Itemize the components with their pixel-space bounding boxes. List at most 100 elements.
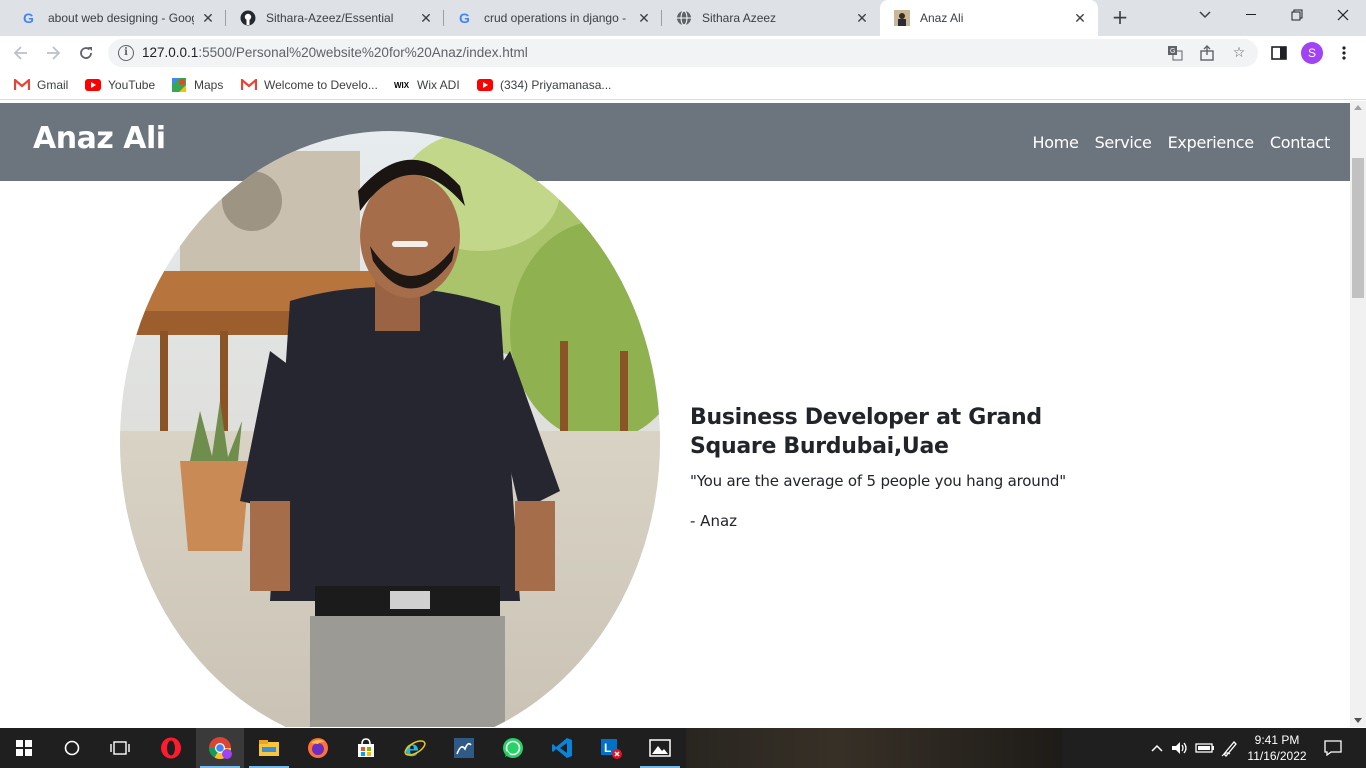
bookmark-wix-adi[interactable]: WIX Wix ADI — [394, 76, 460, 94]
site-navbar: Anaz Ali Home Service Experience Contact — [0, 103, 1350, 181]
bookmark-label: (334) Priyamanasa... — [500, 78, 612, 92]
browser-tab-4[interactable]: Sithara Azeez ✕ — [662, 0, 880, 36]
address-bar[interactable]: i 127.0.0.1:5500/Personal%20website%20fo… — [108, 39, 1258, 67]
scrollbar-thumb[interactable] — [1352, 158, 1364, 298]
volume-icon[interactable] — [1170, 728, 1190, 768]
side-panel-icon[interactable] — [1269, 43, 1289, 63]
hero-quote: "You are the average of 5 people you han… — [690, 472, 1066, 490]
google-icon: G — [22, 10, 38, 26]
profile-photo — [120, 131, 660, 727]
hero-text: Business Developer at Grand Square Burdu… — [690, 403, 1130, 533]
clock-date: 11/16/2022 — [1247, 749, 1307, 763]
bookmark-star-icon[interactable]: ☆ — [1230, 44, 1248, 62]
new-tab-button[interactable]: + — [1108, 6, 1132, 30]
translate-icon[interactable]: G — [1166, 44, 1184, 62]
bookmarks-bar: Gmail YouTube Maps Welcome to Develo... … — [0, 70, 1366, 100]
url-path: :5500/Personal%20website%20for%20Anaz/in… — [198, 45, 528, 60]
nav-link-home[interactable]: Home — [1033, 133, 1079, 152]
site-nav-links: Home Service Experience Contact — [1033, 133, 1331, 152]
back-arrow-icon[interactable] — [8, 40, 34, 66]
tab-strip: G about web designing - Goog ✕ Sithara-A… — [0, 0, 1366, 36]
restore-window-button[interactable] — [1274, 0, 1320, 30]
mysql-workbench-icon[interactable] — [440, 728, 488, 768]
tab-title: Sithara-Azeez/Essential — [266, 11, 394, 25]
close-window-button[interactable] — [1320, 0, 1366, 30]
google-icon: G — [458, 10, 474, 26]
pen-workspace-icon[interactable] — [1220, 728, 1240, 768]
close-tab-icon[interactable]: ✕ — [200, 10, 216, 26]
reload-icon[interactable] — [73, 40, 99, 66]
windows-start-icon[interactable] — [0, 728, 48, 768]
chrome-icon[interactable] — [196, 728, 244, 768]
profile-photo-icon — [894, 10, 910, 26]
close-tab-icon[interactable]: ✕ — [854, 10, 870, 26]
firefox-icon[interactable] — [294, 728, 342, 768]
clock-time: 9:41 PM — [1254, 733, 1300, 747]
site-brand[interactable]: Anaz Ali — [33, 121, 166, 156]
page-viewport: Anaz Ali Home Service Experience Contact — [0, 101, 1366, 727]
microsoft-store-icon[interactable] — [342, 728, 390, 768]
scroll-up-arrow-icon[interactable] — [1354, 105, 1362, 110]
battery-icon[interactable] — [1194, 728, 1216, 768]
bookmark-label: Maps — [194, 78, 224, 92]
site-info-icon[interactable]: i — [118, 45, 134, 61]
bookmark-gmail[interactable]: Gmail — [14, 76, 68, 94]
tab-title: Sithara Azeez — [702, 11, 777, 25]
svg-text:G: G — [1170, 48, 1175, 55]
close-tab-icon[interactable]: ✕ — [1072, 10, 1088, 26]
system-clock[interactable]: 9:41 PM 11/16/2022 — [1242, 732, 1312, 764]
globe-icon — [676, 10, 692, 26]
svg-text:G: G — [459, 10, 470, 26]
page-scrollbar[interactable] — [1350, 101, 1366, 727]
tab-title: about web designing - Goog — [48, 11, 194, 25]
bookmark-label: Wix ADI — [417, 78, 460, 92]
browser-tab-2[interactable]: Sithara-Azeez/Essential ✕ — [226, 0, 444, 36]
browser-toolbar: i 127.0.0.1:5500/Personal%20website%20fo… — [0, 36, 1366, 70]
more-menu-icon[interactable] — [1334, 43, 1354, 63]
vscode-icon[interactable] — [538, 728, 586, 768]
task-view-icon[interactable] — [96, 728, 144, 768]
hero-title: Business Developer at Grand Square Burdu… — [690, 405, 1042, 459]
search-circle-icon[interactable] — [48, 728, 96, 768]
file-explorer-icon[interactable] — [245, 728, 293, 768]
forward-arrow-icon[interactable] — [40, 40, 66, 66]
svg-text:L: L — [604, 741, 611, 755]
browser-tab-3[interactable]: G crud operations in django - G ✕ — [444, 0, 662, 36]
wix-icon: WIX — [394, 77, 410, 93]
browser-tab-1[interactable]: G about web designing - Goog ✕ — [8, 0, 226, 36]
profile-avatar[interactable]: S — [1301, 42, 1323, 64]
bookmark-priyamanasa[interactable]: (334) Priyamanasa... — [477, 76, 611, 94]
nav-link-experience[interactable]: Experience — [1168, 133, 1255, 152]
show-hidden-icons-chevron-icon[interactable] — [1148, 728, 1166, 768]
gmail-icon — [241, 77, 257, 93]
tab-title: Anaz Ali — [920, 11, 964, 25]
close-tab-icon[interactable]: ✕ — [636, 10, 652, 26]
minimize-window-button[interactable] — [1228, 0, 1274, 30]
maps-icon — [171, 77, 187, 93]
url-text[interactable]: 127.0.0.1:5500/Personal%20website%20for%… — [142, 45, 528, 60]
bookmark-label: Welcome to Develo... — [264, 78, 378, 92]
tab-search-chevron-icon[interactable] — [1182, 0, 1228, 30]
url-host: 127.0.0.1 — [142, 45, 199, 60]
browser-tab-5-active[interactable]: Anaz Ali ✕ — [880, 0, 1098, 36]
hero-author: - Anaz — [690, 512, 738, 530]
nav-link-contact[interactable]: Contact — [1270, 133, 1330, 152]
bookmark-youtube[interactable]: YouTube — [85, 76, 155, 94]
opera-icon[interactable] — [147, 728, 195, 768]
scroll-down-arrow-icon[interactable] — [1354, 718, 1362, 723]
share-icon[interactable] — [1198, 44, 1216, 62]
tab-title: crud operations in django - G — [484, 11, 630, 25]
windows-taskbar: e L 9:41 PM 11/16/2022 — [0, 728, 1366, 768]
nav-link-service[interactable]: Service — [1095, 133, 1152, 152]
lync-icon[interactable]: L — [587, 728, 635, 768]
taskbar-wallpaper-strip — [686, 728, 1062, 768]
bookmark-maps[interactable]: Maps — [171, 76, 223, 94]
gmail-icon — [14, 77, 30, 93]
whatsapp-icon[interactable] — [489, 728, 537, 768]
photos-icon[interactable] — [636, 728, 684, 768]
bookmark-label: YouTube — [108, 78, 156, 92]
close-tab-icon[interactable]: ✕ — [418, 10, 434, 26]
bookmark-welcome-to-develo[interactable]: Welcome to Develo... — [241, 76, 378, 94]
internet-explorer-icon[interactable]: e — [391, 728, 439, 768]
notifications-icon[interactable] — [1320, 728, 1346, 768]
